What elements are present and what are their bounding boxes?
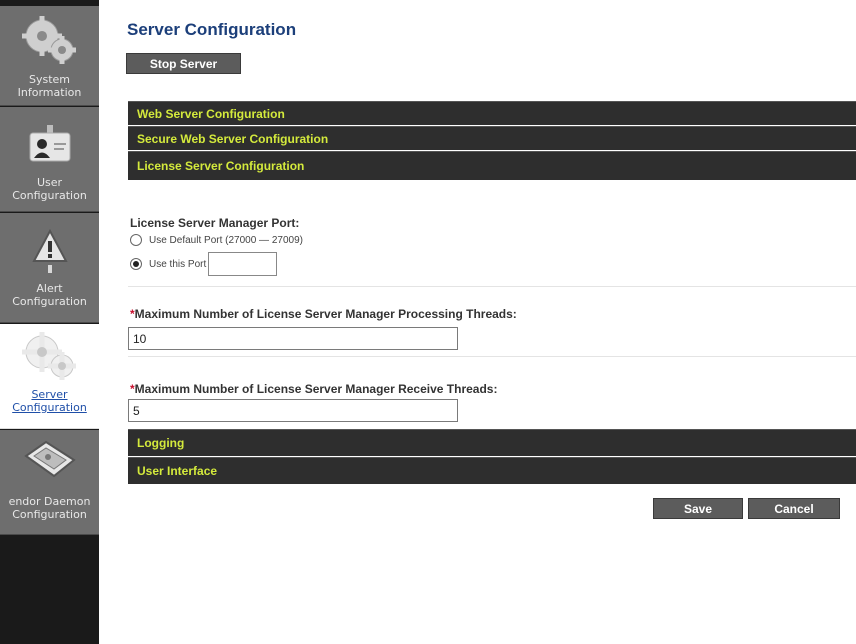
section-secure-web-server-configuration[interactable]: Secure Web Server Configuration bbox=[128, 126, 856, 150]
page-title: Server Configuration bbox=[127, 20, 297, 39]
processing-threads-input[interactable] bbox=[128, 327, 458, 350]
sidebar-label-line1: Server bbox=[31, 388, 68, 401]
sidebar-label-line1: User bbox=[36, 176, 63, 189]
cancel-button[interactable]: Cancel bbox=[748, 498, 840, 519]
sidebar-item-system-information[interactable]: System Information bbox=[0, 6, 99, 106]
sidebar-label-line2: Information bbox=[17, 86, 82, 99]
sidebar-item-vendor-daemon-configuration[interactable]: endor Daemon Configuration bbox=[0, 430, 99, 535]
receive-threads-input[interactable] bbox=[128, 399, 458, 422]
sidebar-label-line2: Configuration bbox=[12, 508, 87, 521]
section-web-server-configuration[interactable]: Web Server Configuration bbox=[128, 101, 856, 125]
sidebar-label-line1: endor Daemon bbox=[8, 495, 91, 508]
custom-port-input[interactable] bbox=[208, 252, 278, 276]
id-badge-icon bbox=[29, 125, 70, 162]
port-label: License Server Manager Port: bbox=[130, 216, 300, 230]
sidebar-label-line2: Configuration bbox=[12, 401, 87, 414]
diamond-window-icon bbox=[23, 440, 76, 478]
sidebar-label-line1: System bbox=[28, 73, 71, 86]
radio-default-port-label: Use Default Port (27000 — 27009) bbox=[149, 234, 303, 246]
divider bbox=[128, 356, 856, 357]
section-license-server-configuration[interactable]: License Server Configuration bbox=[128, 151, 856, 180]
sidebar: System Information User Configuration Al… bbox=[0, 0, 99, 644]
alert-icon bbox=[31, 229, 68, 273]
radio-button[interactable] bbox=[130, 234, 142, 246]
save-button[interactable]: Save bbox=[653, 498, 743, 519]
receive-threads-label: *Maximum Number of License Server Manage… bbox=[130, 382, 497, 396]
sidebar-label-line1: Alert bbox=[36, 282, 63, 295]
processing-threads-label-text: Maximum Number of License Server Manager… bbox=[134, 307, 517, 321]
processing-threads-label: *Maximum Number of License Server Manage… bbox=[130, 307, 517, 321]
sidebar-item-alert-configuration[interactable]: Alert Configuration bbox=[0, 213, 99, 323]
divider bbox=[128, 286, 856, 287]
radio-button[interactable] bbox=[130, 258, 142, 270]
section-logging[interactable]: Logging bbox=[128, 429, 856, 456]
radio-default-port[interactable]: Use Default Port (27000 — 27009) bbox=[130, 234, 303, 246]
radio-custom-port[interactable]: Use this Port bbox=[130, 252, 278, 276]
receive-threads-label-text: Maximum Number of License Server Manager… bbox=[134, 382, 498, 396]
gears-icon bbox=[21, 16, 76, 64]
sidebar-item-user-configuration[interactable]: User Configuration bbox=[0, 107, 99, 212]
section-user-interface[interactable]: User Interface bbox=[128, 457, 856, 484]
sidebar-item-server-configuration[interactable]: Server Configuration bbox=[0, 324, 99, 429]
sidebar-label-line2: Configuration bbox=[12, 295, 87, 308]
gears-icon bbox=[21, 332, 76, 380]
sidebar-label-line2: Configuration bbox=[12, 189, 87, 202]
main-content: Server Configuration Stop Server Web Ser… bbox=[99, 0, 856, 644]
radio-custom-port-label: Use this Port bbox=[149, 258, 207, 270]
stop-server-button[interactable]: Stop Server bbox=[126, 53, 241, 74]
